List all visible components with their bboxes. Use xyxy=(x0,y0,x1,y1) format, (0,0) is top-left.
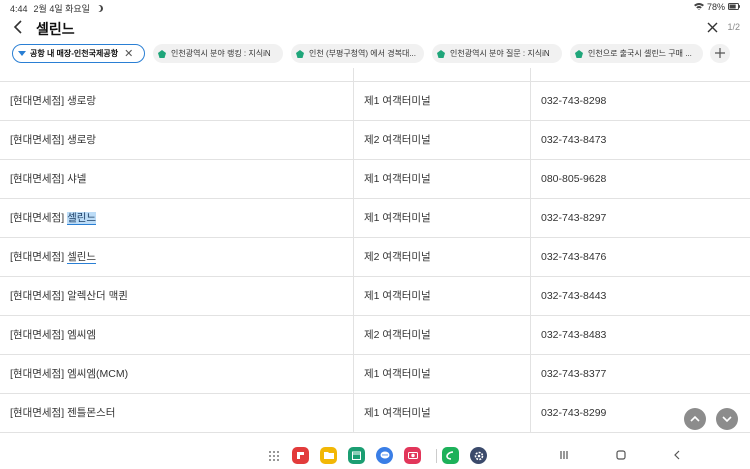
messages-icon[interactable] xyxy=(376,447,393,464)
store-cell: [현대면세점] 셀린느 xyxy=(10,251,97,264)
terminal-cell: 제1 여객터미널 xyxy=(353,355,530,394)
app-drawer-icon[interactable] xyxy=(268,450,280,462)
recent-apps-button[interactable] xyxy=(554,446,574,466)
tab-favicon-icon xyxy=(437,49,445,58)
tab-favicon-icon xyxy=(158,49,166,58)
store-name: 샤넬 xyxy=(67,173,87,185)
home-icon xyxy=(616,450,626,460)
chevron-down-icon xyxy=(722,416,732,423)
store-cell: [현대면세점] 알렉산더 맥퀸 xyxy=(10,290,128,302)
store-cell: [현대면세점] 셀린느 xyxy=(10,212,97,225)
settings-icon[interactable] xyxy=(470,447,487,464)
terminal-cell: 제2 여객터미널 xyxy=(353,316,530,355)
camera-icon[interactable] xyxy=(404,447,421,464)
table-row: [현대면세점] 엠씨엠(MCM) 제1 여객터미널 032-743-8377 xyxy=(0,355,750,394)
phone-cell[interactable]: 032-743-8473 xyxy=(530,121,750,160)
find-in-page-bar: 셀린느 1/2 xyxy=(0,14,750,42)
store-cell: [현대면세점] 샤넬 xyxy=(10,173,87,185)
tab-label: 공항 내 매장-인천국제공항 xyxy=(30,49,119,58)
store-cell: [현대면세점] 생로랑 xyxy=(10,95,97,107)
flipboard-icon[interactable] xyxy=(292,447,309,464)
tab-label: 인천광역시 분야 질문 : 지식iN xyxy=(450,49,550,58)
tab-airport-stores[interactable]: 공항 내 매장-인천국제공항 ✕ xyxy=(12,44,145,63)
chevron-left-icon xyxy=(13,20,22,34)
wifi-icon xyxy=(693,2,704,12)
next-match-button[interactable] xyxy=(716,408,738,430)
store-name: 엠씨엠(MCM) xyxy=(67,368,129,380)
store-name: 엠씨엠 xyxy=(67,329,97,341)
page-content[interactable]: [현대면세점] 생로랑 제1 여객터미널 032-743-8298 [현대면세점… xyxy=(0,68,750,444)
status-time: 4:44 xyxy=(10,3,28,14)
table-row: [현대면세점] 샤넬 제1 여객터미널 080-805-9628 xyxy=(0,160,750,199)
close-icon xyxy=(707,22,717,33)
phone-cell[interactable]: 032-743-8297 xyxy=(530,199,750,238)
recent-apps-icon xyxy=(560,451,568,459)
phone-cell[interactable]: 080-805-9628 xyxy=(530,160,750,199)
match-count: 1/2 xyxy=(727,22,740,32)
tab-label: 인천광역시 분야 랭킹 : 지식iN xyxy=(171,49,271,58)
store-name: 생로랑 xyxy=(67,134,97,146)
store-cell: [현대면세점] 젠틀몬스터 xyxy=(10,407,116,419)
system-back-button[interactable] xyxy=(667,446,687,466)
back-button[interactable] xyxy=(8,18,28,38)
find-query-text[interactable]: 셀린느 xyxy=(36,19,75,39)
table-row: [현대면세점] 생로랑 제1 여객터미널 032-743-8298 xyxy=(0,82,750,121)
tab-kin-ranking[interactable]: 인천광역시 분야 랭킹 : 지식iN xyxy=(153,44,283,63)
table-row: [현대면세점] 엠씨엠 제2 여객터미널 032-743-8483 xyxy=(0,316,750,355)
status-bar: 4:44 2월 4일 화요일 78% xyxy=(0,0,750,14)
table-row: [현대면세점] 젠틀몬스터 제1 여객터미널 032-743-8299 xyxy=(0,394,750,433)
phone-cell[interactable]: 032-743-8377 xyxy=(530,355,750,394)
table-top-border xyxy=(0,68,750,82)
battery-level: 78% xyxy=(706,2,725,12)
home-button[interactable] xyxy=(611,446,631,466)
chevron-up-icon xyxy=(690,415,700,422)
phone-cell[interactable]: 032-743-8443 xyxy=(530,277,750,316)
navigation-bar xyxy=(0,444,750,469)
phone-cell[interactable]: 032-743-8476 xyxy=(530,238,750,277)
tab-label: 인천으로 출국시 셀린느 구매 ... xyxy=(588,49,692,58)
table-row: [현대면세점] 셀린느 제2 여객터미널 032-743-8476 xyxy=(0,238,750,277)
plus-icon xyxy=(715,48,725,58)
battery-icon xyxy=(728,2,740,12)
close-tab-icon[interactable]: ✕ xyxy=(124,47,133,60)
phone-cell[interactable]: 032-743-8483 xyxy=(530,316,750,355)
previous-match-button[interactable] xyxy=(684,408,706,430)
phone-icon[interactable] xyxy=(442,447,459,464)
tab-favicon-icon xyxy=(296,49,304,58)
tab-incheon-bupyeong[interactable]: 인천 (부평구청역) 에서 경복대... xyxy=(291,44,424,63)
tab-celine-purchase[interactable]: 인천으로 출국시 셀린느 구매 ... xyxy=(570,44,703,63)
terminal-cell: 제1 여객터미널 xyxy=(353,277,530,316)
terminal-cell: 제1 여객터미널 xyxy=(353,82,530,121)
tab-kin-question[interactable]: 인천광역시 분야 질문 : 지식iN xyxy=(432,44,562,63)
store-name: 젠틀몬스터 xyxy=(67,407,116,419)
folder-icon[interactable] xyxy=(320,447,337,464)
tab-strip: 공항 내 매장-인천국제공항 ✕ 인천광역시 분야 랭킹 : 지식iN 인천 (… xyxy=(0,44,750,66)
add-tab-button[interactable] xyxy=(710,44,730,63)
close-find-button[interactable] xyxy=(704,18,720,38)
taskbar-divider xyxy=(436,449,437,463)
terminal-cell: 제2 여객터미널 xyxy=(353,121,530,160)
table-row: [현대면세점] 생로랑 제2 여객터미널 032-743-8473 xyxy=(0,121,750,160)
store-cell: [현대면세점] 엠씨엠 xyxy=(10,329,97,341)
store-name: 생로랑 xyxy=(67,95,97,107)
terminal-cell: 제1 여객터미널 xyxy=(353,394,530,433)
terminal-cell: 제2 여객터미널 xyxy=(353,238,530,277)
terminal-cell: 제1 여객터미널 xyxy=(353,160,530,199)
phone-cell[interactable]: 032-743-8298 xyxy=(530,82,750,121)
tab-favicon-icon xyxy=(575,49,583,58)
calendar-icon[interactable] xyxy=(348,447,365,464)
find-match-active: 셀린느 xyxy=(67,212,97,225)
do-not-disturb-icon xyxy=(96,5,103,12)
store-cell: [현대면세점] 생로랑 xyxy=(10,134,97,146)
store-name: 알렉산더 맥퀸 xyxy=(67,290,128,302)
back-arrow-icon xyxy=(674,450,680,460)
table-row: [현대면세점] 알렉산더 맥퀸 제1 여객터미널 032-743-8443 xyxy=(0,277,750,316)
store-cell: [현대면세점] 엠씨엠(MCM) xyxy=(10,368,129,380)
tab-dropdown-icon xyxy=(18,51,26,56)
table-row: [현대면세점] 셀린느 제1 여객터미널 032-743-8297 xyxy=(0,199,750,238)
terminal-cell: 제1 여객터미널 xyxy=(353,199,530,238)
tab-label: 인천 (부평구청역) 에서 경복대... xyxy=(309,49,416,58)
find-match: 셀린느 xyxy=(67,251,97,264)
